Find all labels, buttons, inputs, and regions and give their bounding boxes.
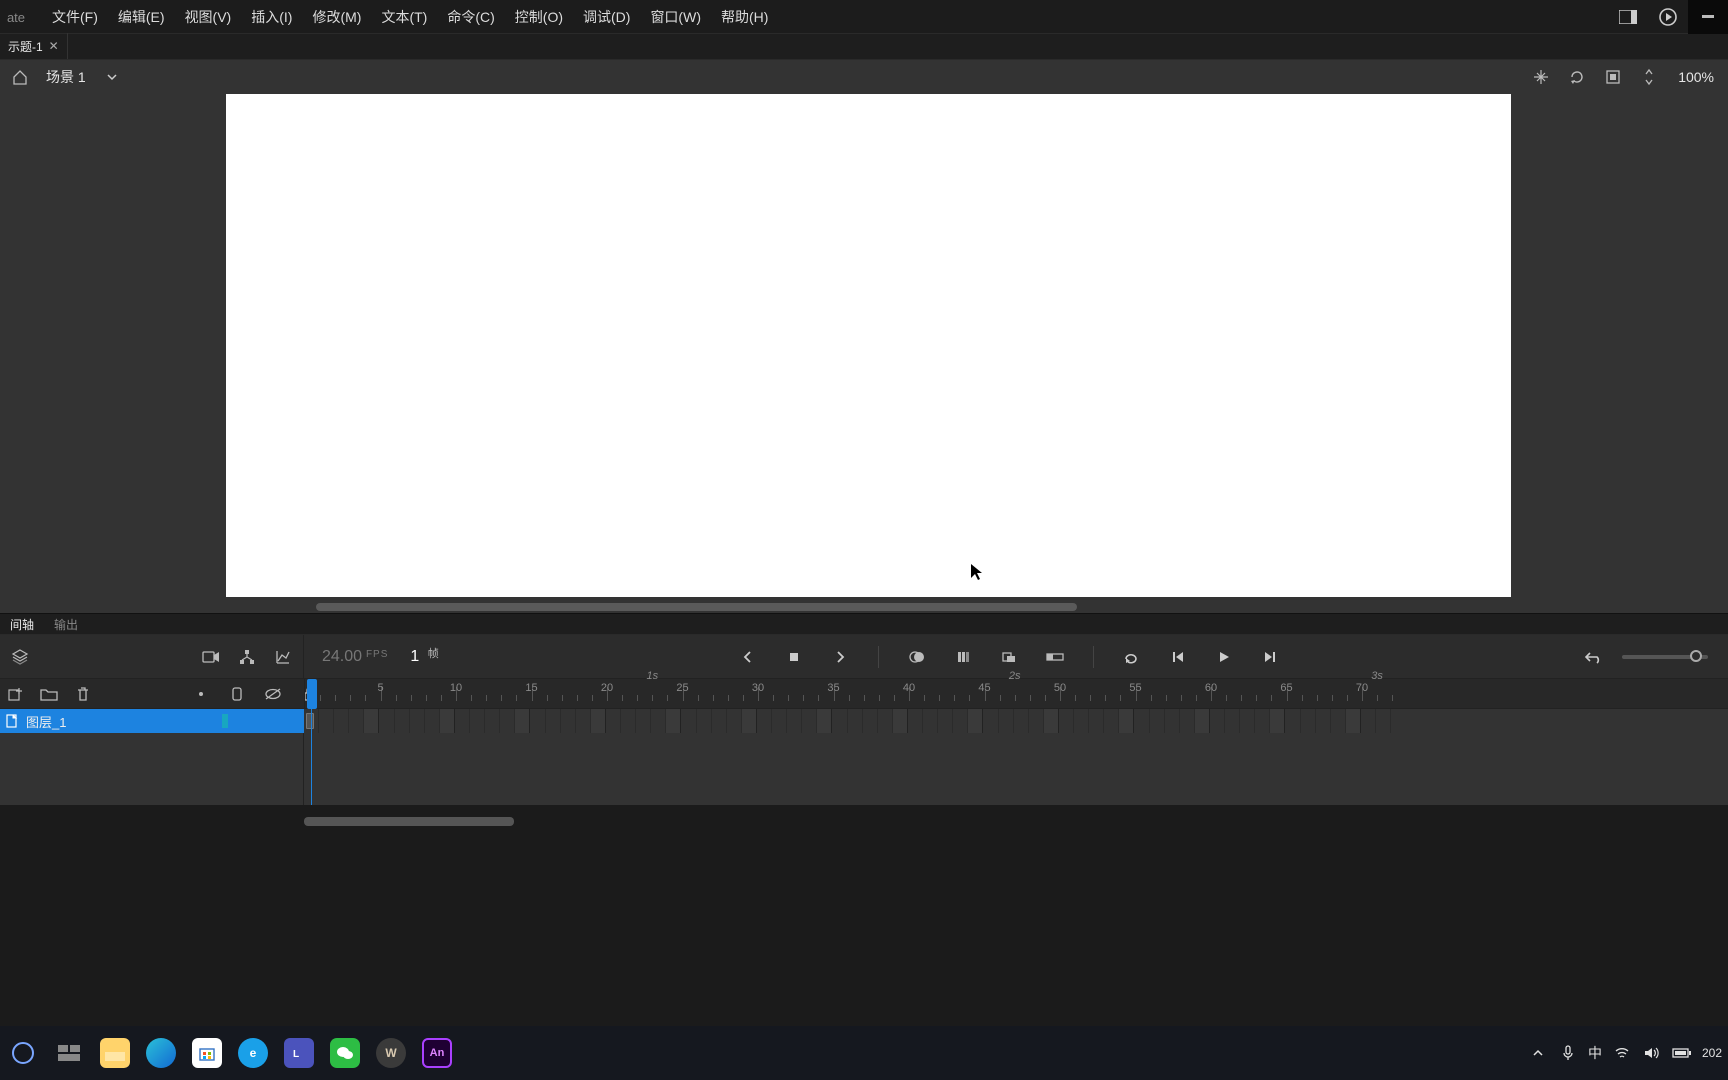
menu-text[interactable]: 文本(T) xyxy=(371,0,437,34)
highlight-dot-icon xyxy=(190,683,212,705)
scene-bar: 场景 1 100% xyxy=(0,60,1728,94)
scene-home-icon[interactable] xyxy=(8,65,32,89)
tray-chevron-icon[interactable] xyxy=(1528,1043,1548,1063)
clip-stage-icon[interactable] xyxy=(1600,64,1626,90)
taskbar-edge[interactable] xyxy=(139,1031,183,1075)
menu-window[interactable]: 窗口(W) xyxy=(640,0,711,34)
rotate-stage-icon[interactable] xyxy=(1564,64,1590,90)
fps-readout[interactable]: 24.00 FPS xyxy=(322,648,388,666)
visibility-toggle-icon[interactable] xyxy=(262,683,284,705)
taskbar-ie[interactable]: e xyxy=(231,1031,275,1075)
menu-insert[interactable]: 插入(I) xyxy=(241,0,302,34)
onion-skin-icon[interactable] xyxy=(903,643,931,671)
start-button[interactable] xyxy=(1,1031,45,1075)
stage-horizontal-scrollbar[interactable] xyxy=(316,603,1077,611)
frame-readout[interactable]: 1 帧 xyxy=(410,648,438,666)
ime-indicator[interactable]: 中 xyxy=(1588,1043,1602,1063)
outline-toggle-icon[interactable] xyxy=(226,683,248,705)
taskbar-animate[interactable]: An xyxy=(415,1031,459,1075)
tray-battery-icon[interactable] xyxy=(1672,1043,1692,1063)
cursor-icon xyxy=(970,563,984,581)
tab-output[interactable]: 输出 xyxy=(44,613,88,635)
prev-keyframe-icon[interactable] xyxy=(734,643,762,671)
layers-menu-icon[interactable] xyxy=(6,643,34,671)
tray-volume-icon[interactable] xyxy=(1642,1043,1662,1063)
chevron-down-icon[interactable] xyxy=(106,71,118,83)
menu-edit[interactable]: 编辑(E) xyxy=(108,0,175,34)
panel-tabs: 间轴 输出 xyxy=(0,613,1728,635)
stop-icon[interactable] xyxy=(780,643,808,671)
document-tab[interactable]: 示题-1 ✕ xyxy=(0,33,68,59)
minimize-button[interactable] xyxy=(1688,0,1728,34)
taskbar-wechat[interactable] xyxy=(323,1031,367,1075)
center-stage-icon[interactable] xyxy=(1528,64,1554,90)
close-icon[interactable]: ✕ xyxy=(49,39,59,53)
timeline-zoom-slider[interactable] xyxy=(1622,655,1708,659)
tray-mic-icon[interactable] xyxy=(1558,1043,1578,1063)
layer-type-icon xyxy=(4,713,20,729)
keyframe[interactable] xyxy=(306,713,314,729)
layer-parenting-icon[interactable] xyxy=(233,643,261,671)
graph-icon[interactable] xyxy=(269,643,297,671)
new-folder-icon[interactable] xyxy=(38,683,60,705)
play-icon[interactable] xyxy=(1210,643,1238,671)
menu-debug[interactable]: 调试(D) xyxy=(573,0,640,34)
layers-area: 图层_1 xyxy=(0,709,1728,805)
stage-canvas[interactable] xyxy=(226,94,1511,597)
layer-tools-row: 5101520253035404550556065701s2s3s xyxy=(0,679,1728,709)
playhead-line xyxy=(311,709,312,805)
marker-icon[interactable] xyxy=(995,643,1023,671)
menu-help[interactable]: 帮助(H) xyxy=(711,0,778,34)
timeline-horizontal-scrollbar[interactable] xyxy=(304,817,514,826)
scene-name[interactable]: 场景 1 xyxy=(46,67,86,87)
menubar: ate 文件(F) 编辑(E) 视图(V) 插入(I) 修改(M) 文本(T) … xyxy=(0,0,1728,34)
document-tab-title: 示题-1 xyxy=(8,38,43,55)
next-keyframe-icon[interactable] xyxy=(826,643,854,671)
layer-row[interactable]: 图层_1 xyxy=(0,709,1728,733)
frame-span-icon[interactable] xyxy=(1041,643,1069,671)
taskbar-teams[interactable]: L xyxy=(277,1031,321,1075)
tray-wifi-icon[interactable] xyxy=(1612,1043,1632,1063)
app-name: ate xyxy=(0,0,32,34)
camera-icon[interactable] xyxy=(197,643,225,671)
playhead[interactable] xyxy=(307,679,317,709)
step-forward-icon[interactable] xyxy=(1256,643,1284,671)
svg-text:L: L xyxy=(293,1049,299,1060)
document-tabs: 示题-1 ✕ xyxy=(0,34,1728,60)
windows-taskbar: e L W An 中 202 xyxy=(0,1026,1728,1080)
step-back-icon[interactable] xyxy=(1164,643,1192,671)
workspace-layout-icon[interactable] xyxy=(1608,0,1648,34)
zoom-level[interactable]: 100% xyxy=(1678,69,1720,85)
taskbar-explorer[interactable] xyxy=(93,1031,137,1075)
menu-command[interactable]: 命令(C) xyxy=(437,0,504,34)
tab-timeline[interactable]: 间轴 xyxy=(0,613,44,635)
layer-color-swatch xyxy=(222,714,228,728)
clock[interactable]: 202 xyxy=(1702,1046,1722,1060)
undo-icon[interactable] xyxy=(1580,643,1608,671)
menu-file[interactable]: 文件(F) xyxy=(42,0,108,34)
stage-area xyxy=(0,94,1728,613)
delete-layer-icon[interactable] xyxy=(72,683,94,705)
taskbar-store[interactable] xyxy=(185,1031,229,1075)
timeline-ruler[interactable]: 5101520253035404550556065701s2s3s xyxy=(304,679,1728,709)
timeline-header: 24.00 FPS 1 帧 xyxy=(0,635,1728,679)
edit-multiple-frames-icon[interactable] xyxy=(949,643,977,671)
task-view-button[interactable] xyxy=(47,1031,91,1075)
zoom-stepper-icon[interactable] xyxy=(1636,64,1662,90)
loop-icon[interactable] xyxy=(1118,643,1146,671)
menu-modify[interactable]: 修改(M) xyxy=(302,0,371,34)
layer-name: 图层_1 xyxy=(26,712,66,731)
play-circle-icon[interactable] xyxy=(1648,0,1688,34)
taskbar-wps[interactable]: W xyxy=(369,1031,413,1075)
menu-view[interactable]: 视图(V) xyxy=(175,0,242,34)
menu-control[interactable]: 控制(O) xyxy=(505,0,573,34)
new-layer-icon[interactable] xyxy=(4,683,26,705)
